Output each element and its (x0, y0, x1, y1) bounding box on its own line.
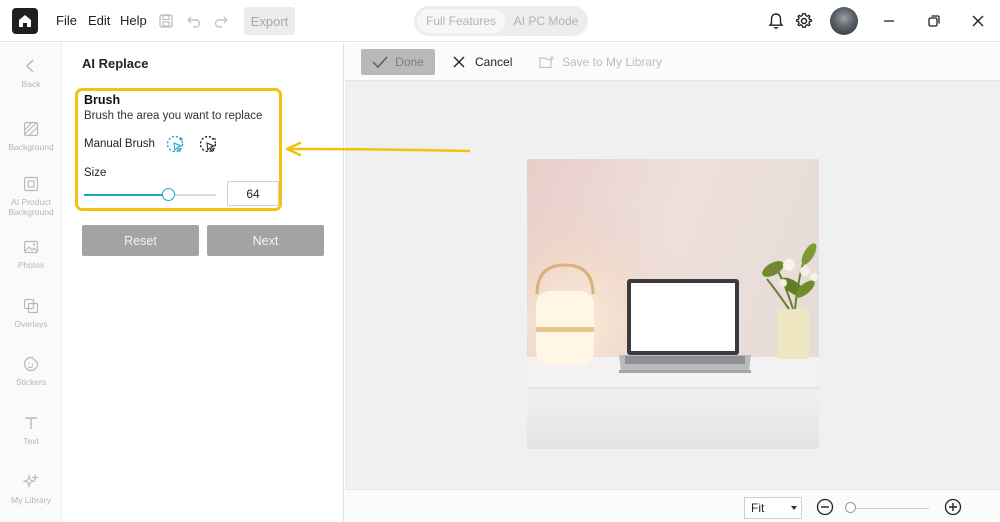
home-icon (19, 15, 31, 27)
size-slider-thumb[interactable] (162, 188, 175, 201)
undo-icon[interactable] (184, 11, 204, 31)
rail-item-overlays[interactable]: Overlays (0, 297, 62, 329)
brush-section: Brush Brush the area you want to replace… (75, 88, 282, 211)
zoom-out-icon[interactable] (815, 497, 835, 517)
rail-item-my-library[interactable]: My Library (0, 473, 62, 505)
redo-icon[interactable] (211, 11, 231, 31)
gear-icon[interactable] (794, 11, 814, 31)
rail-item-label: Back (21, 79, 41, 89)
stickers-icon (22, 355, 40, 373)
fit-label: Fit (751, 501, 765, 515)
save-library-icon (539, 56, 554, 69)
menu-edit[interactable]: Edit (88, 13, 110, 28)
bell-icon[interactable] (766, 11, 786, 31)
menu-help[interactable]: Help (120, 13, 147, 28)
mode-switch[interactable]: Full Features AI PC Mode (414, 6, 588, 36)
restore-icon[interactable] (924, 11, 944, 31)
cancel-label: Cancel (475, 55, 513, 69)
rail-item-label: Overlays (14, 319, 48, 329)
rail-item-label: Photos (17, 260, 45, 270)
export-button[interactable]: Export (244, 7, 295, 35)
ai-replace-panel: AI Replace Brush Brush the area you want… (63, 43, 344, 522)
close-icon (453, 56, 465, 68)
rail-item-stickers[interactable]: Stickers (0, 355, 62, 387)
ai-pc-mode-option[interactable]: AI PC Mode (507, 9, 585, 33)
full-features-option[interactable]: Full Features (417, 9, 505, 33)
zoom-slider[interactable] (845, 508, 929, 509)
rail-item-label: Background (8, 142, 54, 152)
save-icon[interactable] (156, 11, 176, 31)
menu-file[interactable]: File (56, 13, 77, 28)
overlays-icon (22, 297, 40, 315)
ai-product-background-icon (22, 175, 40, 193)
photos-icon (22, 238, 40, 256)
done-label: Done (395, 55, 424, 69)
panel-title: AI Replace (82, 56, 149, 71)
rail-item-back[interactable]: Back (0, 57, 62, 89)
zoom-slider-thumb[interactable] (845, 502, 856, 513)
rail-item-label: My Library (11, 495, 51, 505)
canvas-toolbar: Done Cancel Save to My Library (345, 43, 1000, 81)
minimize-icon[interactable] (879, 11, 899, 31)
left-rail: Back Background AI Product Background Ph… (0, 43, 62, 522)
rail-item-label: AI Product Background (8, 197, 54, 217)
rail-item-background[interactable]: Background (0, 120, 62, 152)
rail-item-label: Stickers (15, 377, 47, 387)
save-library-label: Save to My Library (562, 55, 663, 69)
chevron-left-icon (22, 57, 40, 75)
manual-brush-label: Manual Brush (84, 138, 155, 150)
brush-erase-icon[interactable] (199, 135, 219, 155)
avatar[interactable] (830, 7, 858, 35)
rail-item-text[interactable]: Text (0, 414, 62, 446)
size-input[interactable]: 64 (227, 181, 279, 206)
background-icon (22, 120, 40, 138)
size-label: Size (84, 167, 107, 179)
canvas-bottom-bar: Fit (345, 489, 1000, 522)
home-button[interactable] (12, 8, 38, 34)
canvas-photo[interactable] (527, 159, 819, 449)
zoom-in-icon[interactable] (943, 497, 963, 517)
brush-description: Brush the area you want to replace (84, 110, 263, 122)
next-button[interactable]: Next (207, 225, 324, 256)
annotation-arrow (283, 140, 473, 160)
rail-item-ai-product-background[interactable]: AI Product Background (0, 175, 62, 217)
done-button[interactable]: Done (361, 49, 435, 75)
check-icon (372, 56, 388, 68)
close-icon[interactable] (968, 11, 988, 31)
rail-item-label: Text (23, 436, 39, 446)
text-icon (22, 414, 40, 432)
my-library-icon (22, 473, 40, 491)
zoom-fit-select[interactable]: Fit (744, 497, 802, 519)
reset-button[interactable]: Reset (82, 225, 199, 256)
top-bar: File Edit Help Export Full Features AI P… (0, 0, 1000, 42)
size-slider[interactable] (84, 188, 216, 201)
save-to-library-button[interactable]: Save to My Library (539, 50, 662, 74)
size-slider-fill (84, 194, 168, 196)
rail-item-photos[interactable]: Photos (0, 238, 62, 270)
caret-down-icon (791, 506, 797, 510)
cancel-button[interactable]: Cancel (453, 50, 512, 74)
brush-add-icon[interactable] (166, 135, 186, 155)
brush-title: Brush (84, 93, 121, 107)
canvas-area: Done Cancel Save to My Library Fit (345, 43, 1000, 522)
